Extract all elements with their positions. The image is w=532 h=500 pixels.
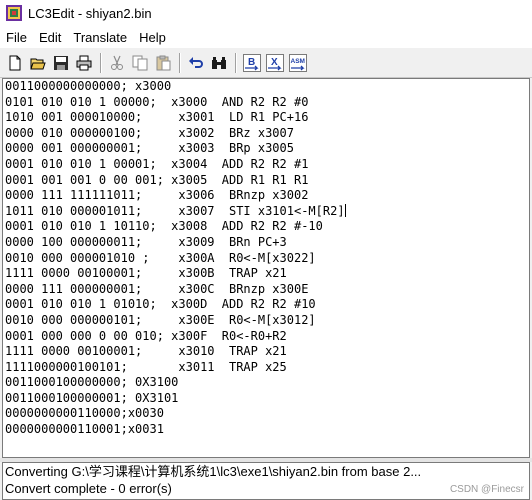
copy-button[interactable] xyxy=(129,52,151,74)
code-line: 0000 100 000000011; x3009 BRn PC+3 xyxy=(5,234,287,249)
window-title: LC3Edit - shiyan2.bin xyxy=(28,5,152,21)
toolbar-separator xyxy=(235,52,237,73)
code-line: 0001 000 000 0 00 010; x300F R0<-R0+R2 xyxy=(5,328,287,343)
undo-arrow-icon xyxy=(189,56,203,68)
hex-convert-icon: X xyxy=(266,53,284,72)
save-file-button[interactable] xyxy=(50,52,72,74)
menu-file[interactable]: File xyxy=(0,30,33,45)
cut-button[interactable] xyxy=(106,52,128,74)
menu-bar: File Edit Translate Help xyxy=(0,26,532,48)
binary-convert-icon: B xyxy=(243,53,261,72)
hex-label: X xyxy=(271,57,278,68)
code-line: 0000 001 000000001; x3003 BRp x3005 xyxy=(5,141,294,156)
code-line: 0011000100000000; 0X3100 xyxy=(5,375,179,390)
code-line: 0000000000110000;x0030 xyxy=(5,406,164,421)
toolbar-separator xyxy=(179,52,181,73)
scissors-icon xyxy=(111,55,123,70)
title-bar: LC3Edit - shiyan2.bin xyxy=(0,0,532,26)
code-line: 0010 000 000000101; x300E R0<-M[x3012] xyxy=(5,312,316,327)
open-folder-icon xyxy=(30,58,46,69)
menu-translate[interactable]: Translate xyxy=(67,30,133,45)
code-line: 1111000000100101; x3011 TRAP x25 xyxy=(5,359,287,374)
text-caret xyxy=(344,203,346,217)
paste-clipboard-icon xyxy=(156,55,171,70)
toolbar-separator xyxy=(100,52,102,73)
convert-binary-button[interactable]: B xyxy=(241,52,263,74)
menu-help[interactable]: Help xyxy=(133,30,172,45)
toolbar: B X ASM xyxy=(0,48,532,78)
copy-icon xyxy=(132,55,148,70)
code-line: 0000 111 111111011; x3006 BRnzp x3002 xyxy=(5,188,309,203)
code-line: 0000 010 000000100; x3002 BRz x3007 xyxy=(5,125,294,140)
binoculars-icon xyxy=(212,56,226,69)
output-line: Converting G:\学习课程\计算机系统1\lc3\exe1\shiya… xyxy=(5,464,422,479)
code-line: 0101 010 010 1 00000; x3000 AND R2 R2 #0 xyxy=(5,94,309,109)
code-editor[interactable]: 0011000000000000; x3000 0101 010 010 1 0… xyxy=(2,78,530,458)
code-line: 0001 001 001 0 00 001; x3005 ADD R1 R1 R… xyxy=(5,172,309,187)
code-line: 0000 111 000000001; x300C BRnzp x300E xyxy=(5,281,309,296)
undo-button[interactable] xyxy=(185,52,207,74)
lc3edit-app-icon xyxy=(6,5,22,21)
code-line: 1111 0000 00100001; x300B TRAP x21 xyxy=(5,266,287,281)
convert-asm-button[interactable]: ASM xyxy=(287,52,309,74)
csdn-watermark: CSDN @Finecsr xyxy=(449,484,524,495)
new-file-icon xyxy=(9,55,21,70)
code-line: 0001 010 010 1 10110; x3008 ADD R2 R2 #-… xyxy=(5,219,323,234)
code-line: 0001 010 010 1 00001; x3004 ADD R2 R2 #1 xyxy=(5,156,309,171)
code-line-active: 1011 010 000001011; x3007 STI x3101<-M[R… xyxy=(3,203,529,220)
find-button[interactable] xyxy=(208,52,230,74)
new-file-button[interactable] xyxy=(4,52,26,74)
menu-edit[interactable]: Edit xyxy=(33,30,67,45)
code-line: 1010 001 000010000; x3001 LD R1 PC+16 xyxy=(5,110,309,125)
code-line: 0011000000000000; x3000 xyxy=(5,79,172,93)
code-line: 0011000100000001; 0X3101 xyxy=(5,390,179,405)
code-line-text: 1011 010 000001011; x3007 STI x3101<-M[R… xyxy=(5,203,345,218)
asm-convert-icon: ASM xyxy=(289,53,307,72)
open-file-button[interactable] xyxy=(27,52,49,74)
code-line: 0010 000 000001010 ; x300A R0<-M[x3022] xyxy=(5,250,316,265)
binary-label: B xyxy=(248,57,255,68)
code-line: 0000000000110001;x0031 xyxy=(5,422,164,437)
paste-button[interactable] xyxy=(152,52,174,74)
code-line: 1111 0000 00100001; x3010 TRAP x21 xyxy=(5,344,287,359)
asm-label: ASM xyxy=(291,58,305,65)
print-button[interactable] xyxy=(73,52,95,74)
printer-icon xyxy=(76,55,92,70)
floppy-disk-icon xyxy=(54,55,68,70)
convert-hex-button[interactable]: X xyxy=(264,52,286,74)
code-line: 0001 010 010 1 01010; x300D ADD R2 R2 #1… xyxy=(5,297,316,312)
